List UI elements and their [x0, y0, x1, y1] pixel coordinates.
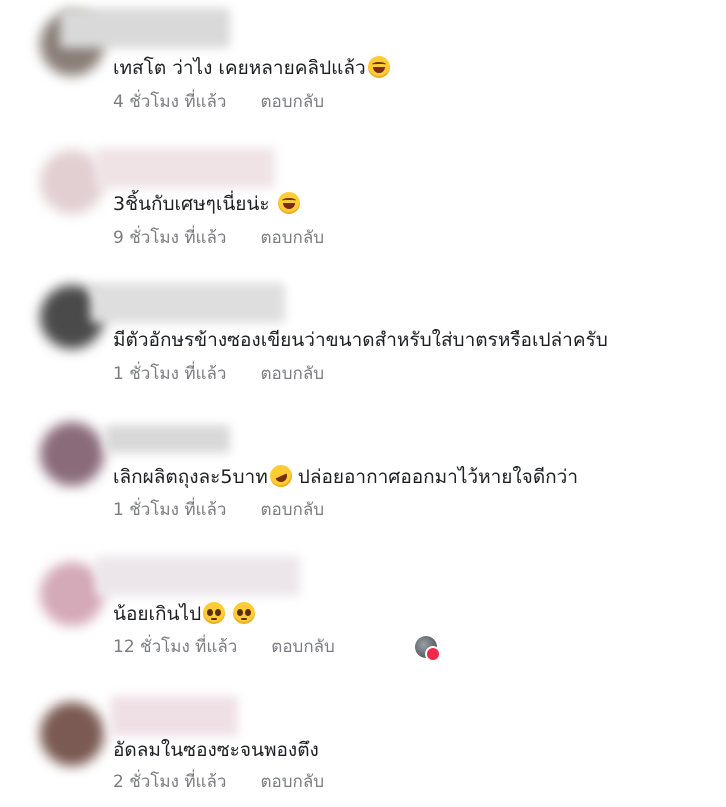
comment-text: เลิกผลิตถุงละ5บาท ปล่อยอากาศออกมาไว้หายใ… — [113, 461, 578, 491]
reply-button[interactable]: ตอบกลับ — [260, 500, 324, 520]
username-blurred[interactable] — [110, 696, 238, 736]
heart-icon — [425, 646, 441, 662]
comment-meta: 12 ชั่วโมง ที่แล้ว ตอบกลับ — [113, 636, 335, 658]
timestamp: 1 ชั่วโมง ที่แล้ว — [113, 500, 227, 520]
timestamp: 2 ชั่วโมง ที่แล้ว — [113, 772, 227, 792]
reply-button[interactable]: ตอบกลับ — [260, 228, 324, 248]
comment-meta: 9 ชั่วโมง ที่แล้ว ตอบกลับ — [113, 227, 324, 249]
username-blurred[interactable] — [95, 148, 275, 188]
comment-text: เทสโต ว่าไง เคยหลายคลิปแล้ว — [113, 56, 390, 80]
username-blurred[interactable] — [95, 556, 300, 596]
timestamp: 1 ชั่วโมง ที่แล้ว — [113, 364, 227, 384]
reply-button[interactable]: ตอบกลับ — [260, 364, 324, 384]
username-blurred[interactable] — [105, 425, 230, 453]
laughing-emoji-icon — [367, 56, 390, 78]
reaction-avatar-icon[interactable] — [415, 636, 441, 662]
pleading-face-emoji-icon — [233, 602, 256, 624]
laughing-emoji-icon — [277, 192, 300, 214]
comment-text: 3ชิ้นกับเศษๆเนี่ยน่ะ — [113, 192, 300, 216]
reply-button[interactable]: ตอบกลับ — [260, 92, 324, 112]
reply-button[interactable]: ตอบกลับ — [271, 637, 335, 657]
timestamp: 9 ชั่วโมง ที่แล้ว — [113, 228, 227, 248]
comment-text: อัดลมในซองซะจนพองตึง — [113, 739, 319, 761]
comment-text: มีตัวอักษรข้างซองเขียนว่าขนาดสำหรับใส่บา… — [113, 329, 608, 351]
comment-text: น้อยเกินไป — [113, 602, 256, 626]
timestamp: 12 ชั่วโมง ที่แล้ว — [113, 637, 238, 657]
reply-button[interactable]: ตอบกลับ — [260, 772, 324, 792]
username-blurred[interactable] — [90, 283, 285, 323]
timestamp: 4 ชั่วโมง ที่แล้ว — [113, 92, 227, 112]
avatar[interactable] — [40, 702, 104, 766]
comment-meta: 2 ชั่วโมง ที่แล้ว ตอบกลับ — [113, 771, 324, 793]
comment-meta: 1 ชั่วโมง ที่แล้ว ตอบกลับ — [113, 499, 324, 521]
avatar[interactable] — [40, 422, 104, 486]
comment-meta: 1 ชั่วโมง ที่แล้ว ตอบกลับ — [113, 363, 324, 385]
username-blurred[interactable] — [60, 8, 230, 48]
pleading-face-emoji-icon — [203, 602, 226, 624]
comment-meta: 4 ชั่วโมง ที่แล้ว ตอบกลับ — [113, 91, 324, 113]
